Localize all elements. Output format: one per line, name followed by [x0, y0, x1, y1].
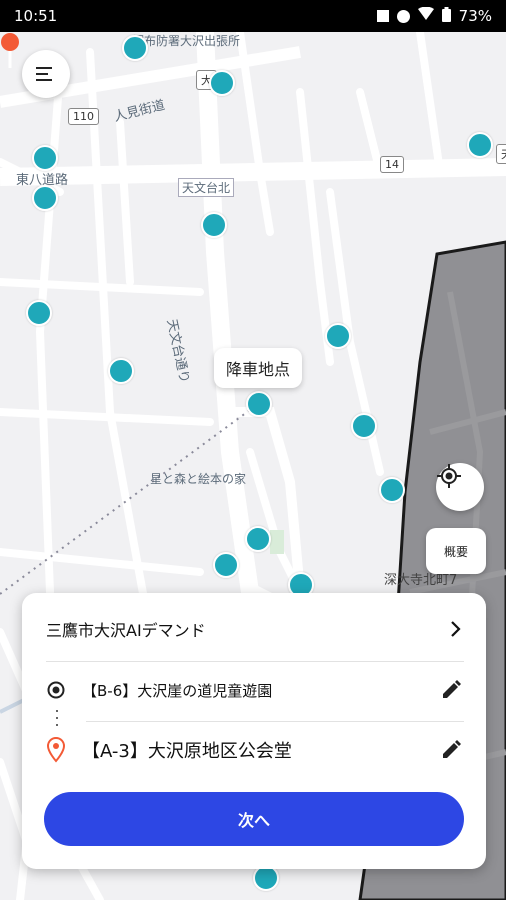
circle-icon	[396, 9, 410, 23]
overview-button[interactable]: 概要	[426, 528, 486, 574]
menu-button[interactable]	[22, 50, 70, 98]
stop-marker[interactable]	[122, 35, 148, 61]
wifi-icon	[417, 6, 434, 25]
dropoff-pin-icon	[1, 33, 19, 68]
origin-stop-name: 【B-6】大沢崖の道児童遊園	[82, 681, 273, 700]
stop-marker[interactable]	[467, 132, 493, 158]
destination-row[interactable]: 【A-3】大沢原地区公会堂	[46, 737, 462, 763]
stop-marker[interactable]	[201, 212, 227, 238]
map-label-museum: 星と森と絵本の家	[150, 472, 247, 486]
trip-card: 三鷹市大沢AIデマンド 【B-6】大沢崖の道児童遊園 【A-3】大沢原地区公会堂…	[22, 593, 486, 869]
route-shield-ten: 天	[496, 144, 506, 164]
service-row[interactable]: 三鷹市大沢AIデマンド	[46, 617, 462, 641]
stop-marker[interactable]	[325, 323, 351, 349]
edit-origin-icon[interactable]	[440, 679, 462, 701]
status-time: 10:51	[14, 7, 58, 25]
chevron-right-icon	[451, 621, 461, 637]
stop-marker[interactable]	[379, 477, 405, 503]
stop-marker[interactable]	[213, 552, 239, 578]
battery-icon	[441, 6, 451, 26]
origin-icon	[47, 681, 65, 699]
stop-marker[interactable]	[351, 413, 377, 439]
origin-row[interactable]: 【B-6】大沢崖の道児童遊園	[46, 679, 462, 701]
divider	[86, 721, 464, 722]
stop-marker[interactable]	[245, 526, 271, 552]
route-dots	[56, 710, 58, 726]
square-icon	[376, 10, 389, 22]
stop-marker[interactable]	[209, 70, 235, 96]
map-label-intersection: 天文台北	[178, 178, 235, 197]
edit-destination-icon[interactable]	[440, 739, 462, 761]
stop-marker[interactable]	[32, 145, 58, 171]
stop-marker[interactable]	[26, 300, 52, 326]
stop-marker[interactable]	[32, 185, 58, 211]
crosshair-icon	[437, 464, 461, 488]
route-shield-110: 110	[68, 108, 99, 125]
divider	[46, 661, 464, 662]
menu-icon	[36, 67, 52, 81]
location-pin-icon	[46, 737, 66, 763]
battery-percent: 73%	[458, 7, 492, 25]
destination-stop-name: 【A-3】大沢原地区公会堂	[82, 741, 292, 762]
stop-marker-selected[interactable]	[246, 391, 272, 417]
status-bar: 10:51 73%	[0, 0, 506, 32]
map-label-fire-station: 調布防署大沢出張所	[132, 34, 241, 48]
service-name: 三鷹市大沢AIデマンド	[46, 621, 206, 640]
next-button[interactable]: 次へ	[44, 792, 464, 846]
stop-marker[interactable]	[108, 358, 134, 384]
current-location-button[interactable]	[436, 463, 484, 511]
dropoff-callout: 降車地点	[214, 348, 303, 388]
route-shield-14: 14	[380, 156, 404, 173]
